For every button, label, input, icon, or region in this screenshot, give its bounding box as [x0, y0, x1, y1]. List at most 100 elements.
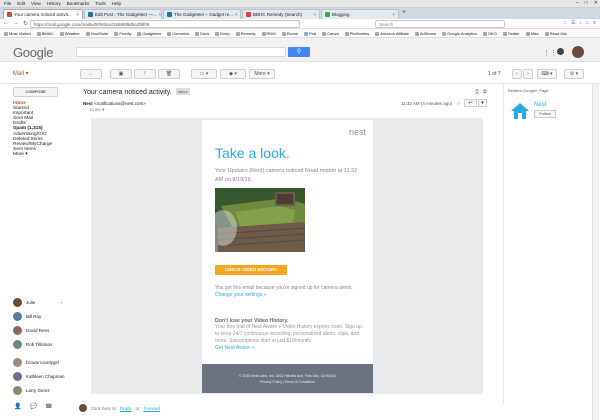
bookmark-item[interactable]: RDM — [262, 31, 276, 36]
tab-blogging[interactable]: Blogging × — [321, 9, 399, 19]
back-to-inbox-button[interactable]: ← — [80, 69, 102, 79]
notifications-icon[interactable] — [557, 48, 564, 55]
next-page-button[interactable]: › — [523, 69, 533, 79]
menu-view[interactable]: View — [31, 1, 41, 6]
bookmark-item[interactable]: Misc — [526, 31, 539, 36]
star-icon[interactable]: ☆ — [456, 101, 460, 106]
tab-gmail[interactable]: Your camera noticed activit... × — [3, 9, 83, 19]
browser-search-input[interactable]: Search — [375, 20, 505, 28]
menu-icon[interactable]: ≡ — [593, 20, 596, 26]
contact-item[interactable]: brownrcountygirl — [13, 355, 75, 369]
tab-remedy[interactable]: BBHC Remedy (Search) × — [242, 9, 320, 19]
back-icon[interactable]: ← — [3, 20, 9, 27]
bookmark-item[interactable]: Canva — [322, 31, 339, 36]
bookmark-item[interactable]: Amazon Affiliate — [375, 31, 409, 36]
bookmark-item[interactable]: Gadgeteer — [137, 31, 161, 36]
label-advertising[interactable]: Advertising/GIG — [13, 132, 52, 137]
recipient-line[interactable]: to me ▾ — [90, 107, 104, 113]
menu-file[interactable]: File — [4, 1, 11, 6]
tab-close-icon[interactable]: × — [392, 12, 395, 17]
star-icon[interactable]: ☆ — [563, 20, 567, 26]
get-nest-aware-link[interactable]: Get Nest Aware » — [215, 345, 365, 352]
tab-edit-post[interactable]: Edit Post ‹ The Gadgeteer —... × — [84, 9, 162, 19]
bookmark-item[interactable]: Docs — [195, 31, 209, 36]
phone-icon[interactable]: ☎ — [45, 403, 52, 410]
apps-grid-icon[interactable]: ⋮⋮ — [543, 49, 557, 57]
forward-icon[interactable]: → — [13, 20, 19, 27]
settings-button[interactable]: ⚙ ▾ — [564, 69, 584, 79]
plus-icon[interactable]: + — [60, 300, 63, 305]
bookmark-item[interactable]: Read this — [545, 31, 567, 36]
menu-bookmarks[interactable]: Bookmarks — [67, 1, 90, 6]
home-icon[interactable]: ⌂ — [586, 20, 589, 26]
move-to-button[interactable]: ▭ ▾ — [191, 69, 217, 79]
reply-button[interactable]: ↩ — [464, 99, 477, 107]
more-button[interactable]: More ▾ — [249, 69, 275, 79]
forward-link[interactable]: Forward — [144, 406, 161, 411]
reply-link[interactable]: Reply — [120, 406, 132, 411]
delete-button[interactable]: 🗑 — [158, 69, 180, 79]
new-window-icon[interactable]: ⧉ — [483, 89, 487, 95]
bookmark-item[interactable]: Google Analytics — [442, 31, 477, 36]
footer-links[interactable]: Privacy Policy | Terms & Conditions — [202, 379, 373, 385]
bookmark-item[interactable]: Cummins — [167, 31, 189, 36]
contact-item[interactable]: Rob Tillotson — [13, 337, 75, 351]
page-name[interactable]: Nest — [534, 102, 546, 108]
search-button[interactable]: ⚲ — [288, 47, 310, 57]
contact-item[interactable]: Bill Ray — [13, 309, 75, 323]
maximize-icon[interactable]: □ — [585, 0, 588, 6]
menu-history[interactable]: History — [47, 1, 61, 6]
bookmark-item[interactable]: HootSuite — [86, 31, 109, 36]
tab-gadgeteer[interactable]: The Gadgeteer – Gadget re... × — [163, 9, 241, 19]
account-avatar[interactable] — [572, 46, 584, 58]
close-icon[interactable]: ✕ — [594, 0, 598, 6]
bookmark-item[interactable]: OKO — [483, 31, 497, 36]
address-bar[interactable]: https://mail.google.com/mail/u/0/#inbox/… — [30, 20, 300, 28]
bookmark-item[interactable]: PicMonkey — [345, 31, 370, 36]
person-icon[interactable]: 👤 — [14, 403, 21, 410]
follow-button[interactable]: Follow — [534, 110, 556, 118]
nest-house-icon[interactable] — [510, 102, 530, 122]
labels-button[interactable]: ◆ ▾ — [220, 69, 246, 79]
download-icon[interactable]: ↓ — [580, 20, 583, 26]
new-tab-button[interactable]: + — [402, 9, 406, 16]
contact-item[interactable]: Kathleen Chapman — [13, 369, 75, 383]
sender-name[interactable]: Nest — [83, 101, 93, 106]
input-tools-button[interactable]: ⌨ ▾ — [537, 69, 557, 79]
minimize-icon[interactable]: – — [576, 0, 579, 6]
label-more[interactable]: More ▾ — [13, 152, 52, 157]
tab-close-icon[interactable]: × — [76, 12, 79, 17]
inbox-label-chip[interactable]: Inbox — [175, 88, 190, 95]
tab-close-icon[interactable]: × — [235, 12, 238, 17]
reload-icon[interactable]: ↻ — [23, 20, 28, 27]
compose-button[interactable]: COMPOSE — [13, 87, 58, 97]
report-spam-button[interactable]: ! — [134, 69, 156, 79]
bookmark-item[interactable]: Most Visited — [4, 31, 31, 36]
google-logo[interactable]: Google — [13, 45, 53, 60]
bookmark-item[interactable]: AdSense — [415, 31, 436, 36]
more-actions-button[interactable]: ▾ — [478, 99, 487, 107]
mail-search-input[interactable] — [76, 47, 286, 57]
bookmark-item[interactable]: Elome — [282, 31, 298, 36]
bookmark-item[interactable]: Weather — [60, 31, 80, 36]
chat-icon[interactable]: 💬 — [29, 403, 36, 410]
tab-close-icon[interactable]: × — [313, 12, 316, 17]
menu-edit[interactable]: Edit — [17, 1, 25, 6]
camera-snapshot[interactable] — [215, 188, 305, 252]
bookmark-item[interactable]: Twitter — [503, 31, 520, 36]
mail-switcher[interactable]: Mail ▾ — [13, 70, 29, 77]
contact-item[interactable]: David Rees — [13, 323, 75, 337]
menu-tools[interactable]: Tools — [95, 1, 106, 6]
prev-page-button[interactable]: ‹ — [512, 69, 522, 79]
menu-help[interactable]: Help — [112, 1, 121, 6]
hangouts-me[interactable]: Julie + — [13, 295, 75, 309]
bookmarks-icon[interactable]: ☰ — [571, 20, 575, 26]
bookmark-item[interactable]: BMAIL — [37, 31, 54, 36]
bookmark-item[interactable]: Remedy — [236, 31, 256, 36]
bookmark-item[interactable]: Keep — [215, 31, 229, 36]
bookmark-item[interactable]: Feedly — [114, 31, 131, 36]
tab-close-icon[interactable]: × — [159, 12, 161, 17]
print-icon[interactable]: ⎙ — [475, 89, 479, 95]
check-video-history-button[interactable]: CHECK VIDEO HISTORY — [215, 265, 287, 275]
archive-button[interactable]: ▣ — [110, 69, 132, 79]
